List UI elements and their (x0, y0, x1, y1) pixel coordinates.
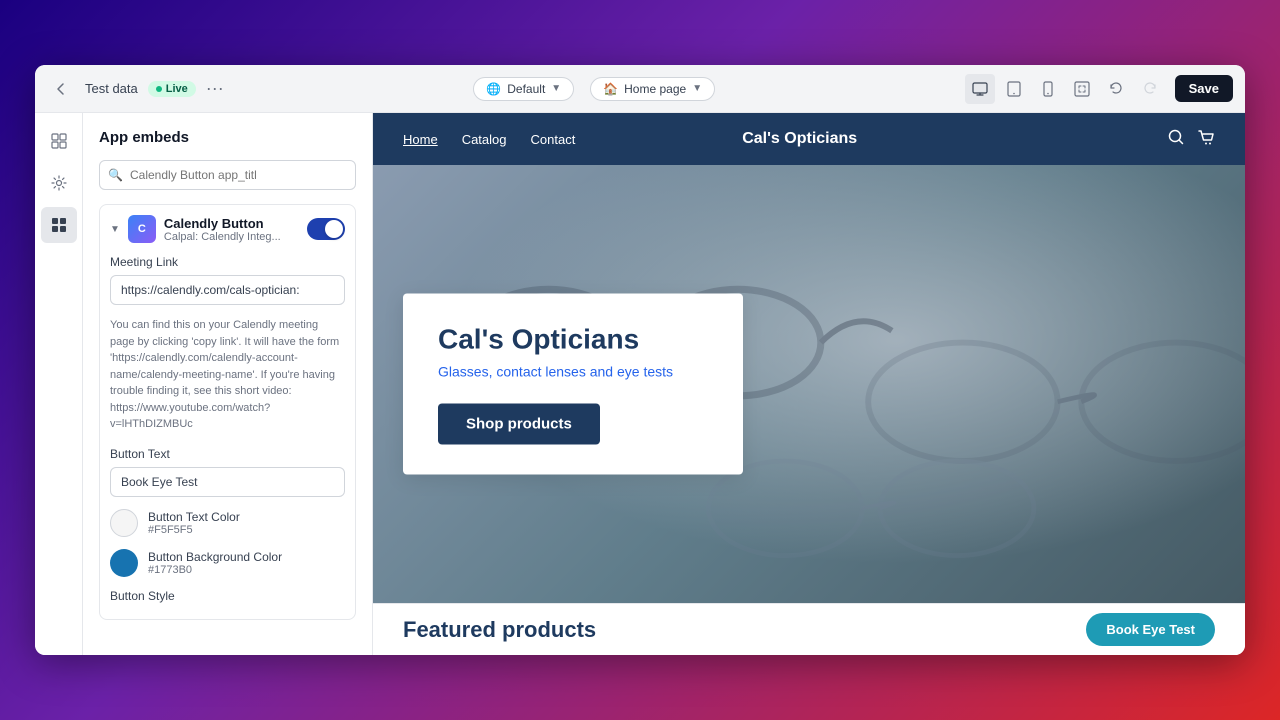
preview-panel: Home Catalog Contact Cal's Opticians (373, 113, 1245, 655)
live-dot (156, 86, 162, 92)
more-options-button[interactable]: ··· (206, 78, 224, 99)
search-nav-icon[interactable] (1167, 128, 1185, 151)
button-bg-color-info: Button Background Color #1773B0 (148, 550, 282, 576)
expand-view-button[interactable] (1067, 74, 1097, 104)
app-embed-info: Calendly Button Calpal: Calendly Integ..… (164, 216, 281, 243)
home-page-dropdown[interactable]: 🏠 Home page ▼ (590, 77, 715, 101)
button-bg-color-row: Button Background Color #1773B0 (110, 549, 345, 577)
default-label: Default (507, 82, 545, 96)
button-text-color-label: Button Text Color (148, 510, 240, 524)
chevron-down-icon: ▼ (551, 83, 561, 94)
tablet-view-button[interactable] (999, 74, 1029, 104)
meeting-link-input[interactable] (110, 275, 345, 305)
book-eye-test-button[interactable]: Book Eye Test (1086, 613, 1215, 646)
search-input[interactable] (99, 160, 356, 190)
globe-icon: 🌐 (486, 82, 501, 96)
sidebar-icon-apps[interactable] (41, 207, 77, 243)
left-panel: App embeds 🔍 ▼ C Calendly Button Calpal:… (83, 113, 373, 655)
home-page-label: Home page (624, 82, 686, 96)
shop-products-button[interactable]: Shop products (438, 404, 600, 445)
meeting-link-label: Meeting Link (110, 255, 345, 269)
url-bar-center: 🌐 Default ▼ 🏠 Home page ▼ (473, 77, 715, 101)
button-bg-color-label: Button Background Color (148, 550, 282, 564)
app-embed-icon: C (128, 215, 156, 243)
search-wrap: 🔍 (99, 160, 356, 190)
search-icon: 🔍 (108, 168, 123, 182)
sidebar-icon-strip (35, 113, 83, 655)
shop-nav: Home Catalog Contact Cal's Opticians (373, 113, 1245, 165)
featured-title: Featured products (403, 617, 596, 643)
shop-preview: Home Catalog Contact Cal's Opticians (373, 113, 1245, 655)
featured-bar: Featured products Book Eye Test (373, 603, 1245, 655)
shop-brand: Cal's Opticians (742, 130, 857, 148)
panel-title: App embeds (99, 129, 356, 146)
shop-hero: Cal's Opticians Glasses, contact lenses … (373, 165, 1245, 603)
redo-button[interactable] (1135, 74, 1165, 104)
desktop-view-button[interactable] (965, 74, 995, 104)
button-text-color-value: #F5F5F5 (148, 524, 240, 536)
mobile-view-button[interactable] (1033, 74, 1063, 104)
nav-link-home[interactable]: Home (403, 132, 438, 147)
home-icon: 🏠 (603, 82, 618, 96)
app-embed-item: ▼ C Calendly Button Calpal: Calendly Int… (99, 204, 356, 620)
button-text-input[interactable] (110, 467, 345, 497)
hero-card: Cal's Opticians Glasses, contact lenses … (403, 294, 743, 475)
hero-subtitle: Glasses, contact lenses and eye tests (438, 364, 708, 380)
nav-link-catalog[interactable]: Catalog (462, 132, 507, 147)
browser-bar: Test data Live ··· 🌐 Default ▼ 🏠 Home pa… (35, 65, 1245, 113)
test-data-label: Test data (85, 81, 138, 96)
hero-title: Cal's Opticians (438, 324, 708, 356)
button-bg-color-value: #1773B0 (148, 564, 282, 576)
expand-icon[interactable]: ▼ (110, 224, 120, 235)
button-text-label: Button Text (110, 447, 345, 461)
toggle-switch[interactable] (307, 218, 345, 240)
browser-window: Test data Live ··· 🌐 Default ▼ 🏠 Home pa… (35, 65, 1245, 655)
live-label: Live (166, 83, 188, 95)
app-embed-subtitle: Calpal: Calendly Integ... (164, 231, 281, 243)
back-button[interactable] (47, 75, 75, 103)
shop-nav-icons (1167, 128, 1215, 151)
default-dropdown[interactable]: 🌐 Default ▼ (473, 77, 574, 101)
cart-nav-icon[interactable] (1197, 128, 1215, 151)
app-embed-name: Calendly Button (164, 216, 281, 231)
toolbar-icons (965, 74, 1165, 104)
button-text-color-info: Button Text Color #F5F5F5 (148, 510, 240, 536)
button-text-color-swatch[interactable] (110, 509, 138, 537)
save-button[interactable]: Save (1175, 75, 1233, 102)
chevron-down-icon-2: ▼ (692, 83, 702, 94)
sidebar-icon-grid[interactable] (41, 123, 77, 159)
undo-button[interactable] (1101, 74, 1131, 104)
sidebar-icon-settings[interactable] (41, 165, 77, 201)
nav-link-contact[interactable]: Contact (531, 132, 576, 147)
help-text: You can find this on your Calendly meeti… (110, 317, 345, 433)
app-embed-header: ▼ C Calendly Button Calpal: Calendly Int… (110, 215, 345, 243)
main-content: App embeds 🔍 ▼ C Calendly Button Calpal:… (35, 113, 1245, 655)
button-style-label: Button Style (110, 589, 345, 603)
button-bg-color-swatch[interactable] (110, 549, 138, 577)
toggle-knob (325, 220, 343, 238)
button-text-color-row: Button Text Color #F5F5F5 (110, 509, 345, 537)
live-badge: Live (148, 81, 196, 97)
